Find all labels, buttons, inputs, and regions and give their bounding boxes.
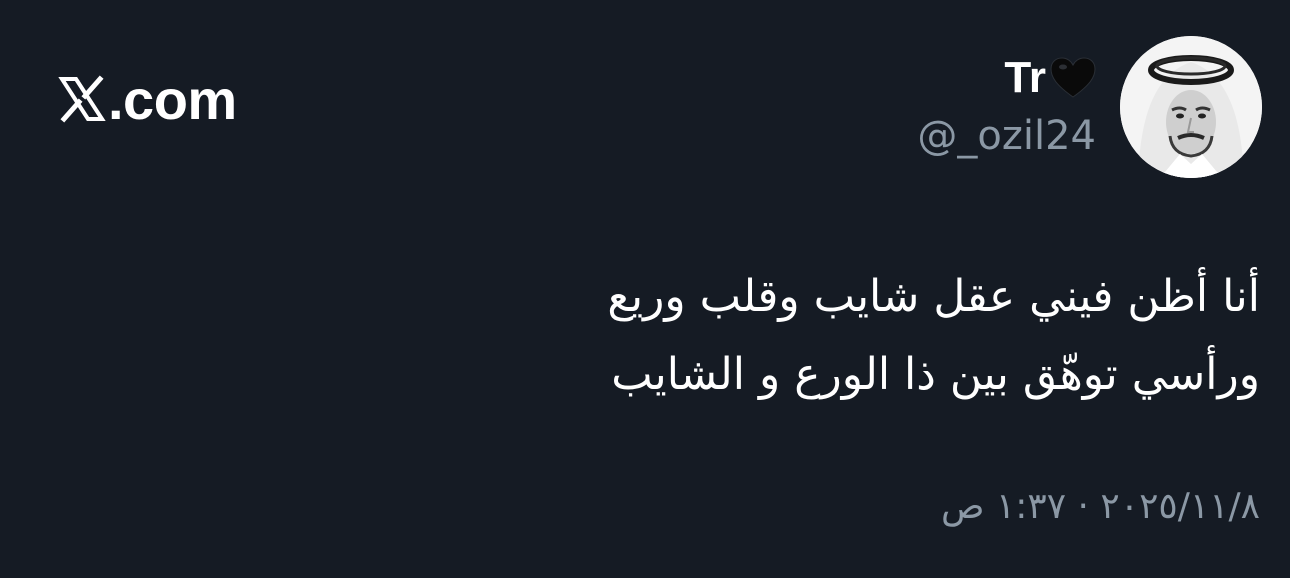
avatar-photo	[1120, 36, 1262, 178]
tweet-text: أنا أظن فيني عقل شايب وقلب وريع ورأسي تو…	[500, 258, 1260, 414]
author-display-name[interactable]: Tr	[917, 52, 1096, 104]
domain-suffix: .com	[108, 67, 237, 131]
tweet-timestamp[interactable]: ٢٠٢٥/١١/٨ · ١:٣٧ ص	[941, 486, 1260, 527]
x-logo-icon	[58, 75, 106, 123]
display-name-text: Tr	[1004, 53, 1046, 102]
avatar[interactable]	[1120, 36, 1262, 178]
tweet-line-1: أنا أظن فيني عقل شايب وقلب وريع	[607, 271, 1260, 322]
tweet-author[interactable]: Tr @_ozil24	[917, 36, 1262, 178]
black-heart-icon	[1050, 57, 1096, 99]
author-names: Tr @_ozil24	[917, 52, 1096, 164]
tweet-line-2: ورأسي توهّق بين ذا الورع و الشايب	[611, 349, 1260, 400]
author-handle[interactable]: @_ozil24	[917, 108, 1096, 164]
x-brand-logo: .com	[58, 64, 237, 134]
